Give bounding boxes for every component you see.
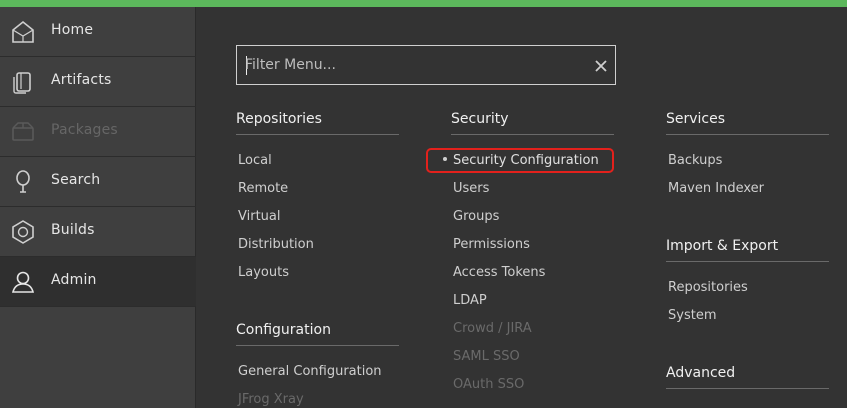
top-accent-bar [0, 0, 847, 7]
sidebar-item-artifacts[interactable]: Artifacts [0, 57, 196, 107]
advanced-divider [666, 388, 829, 389]
search-icon [16, 170, 30, 193]
services-divider [666, 134, 829, 135]
menu-link-virtual[interactable]: Virtual [238, 209, 280, 224]
menu-link-system[interactable]: System [668, 308, 716, 323]
menu-link-maven-indexer[interactable]: Maven Indexer [668, 181, 764, 196]
sidebar-item-packages: Packages [0, 107, 196, 157]
builds-icon [12, 220, 34, 244]
close-icon[interactable] [592, 57, 610, 75]
import-export-divider [666, 261, 829, 262]
menu-link-permissions[interactable]: Permissions [453, 237, 530, 252]
filter-menu-box [236, 45, 616, 85]
admin-menu-panel: Repositories Local Remote Virtual Distri… [197, 7, 847, 408]
filter-menu-input[interactable] [245, 46, 575, 84]
menu-link-local[interactable]: Local [238, 153, 272, 168]
menu-link-remote[interactable]: Remote [238, 181, 288, 196]
menu-link-general-configuration[interactable]: General Configuration [238, 364, 382, 379]
security-divider [451, 134, 614, 135]
sidebar-item-label: Search [51, 172, 101, 188]
repositories-heading: Repositories [236, 111, 322, 127]
sidebar: Home Artifacts Packages Search Builds Ad… [0, 7, 196, 408]
advanced-heading: Advanced [666, 365, 736, 381]
home-icon [12, 20, 34, 43]
admin-icon [11, 271, 35, 293]
configuration-heading: Configuration [236, 322, 331, 338]
sidebar-item-label: Artifacts [51, 72, 112, 88]
menu-link-jfrog-xray: JFrog Xray [238, 392, 304, 407]
packages-icon [12, 122, 34, 141]
menu-link-oauth-sso: OAuth SSO [453, 377, 525, 392]
sidebar-item-label: Builds [51, 222, 95, 238]
sidebar-item-search[interactable]: Search [0, 157, 196, 207]
menu-link-layouts[interactable]: Layouts [238, 265, 289, 280]
security-heading: Security [451, 111, 509, 127]
menu-link-access-tokens[interactable]: Access Tokens [453, 265, 545, 280]
sidebar-item-label: Home [51, 22, 94, 38]
artifacts-icon [13, 72, 31, 94]
sidebar-item-label: Admin [51, 272, 97, 288]
menu-link-users[interactable]: Users [453, 181, 489, 196]
import-export-heading: Import & Export [666, 238, 779, 254]
menu-link-import-export-repositories[interactable]: Repositories [668, 280, 748, 295]
menu-link-security-configuration[interactable]: Security Configuration [453, 153, 599, 168]
bullet-icon [443, 157, 447, 161]
menu-link-ldap[interactable]: LDAP [453, 293, 487, 308]
configuration-divider [236, 345, 399, 346]
services-heading: Services [666, 111, 726, 127]
sidebar-item-home[interactable]: Home [0, 7, 196, 57]
sidebar-item-builds[interactable]: Builds [0, 207, 196, 257]
menu-link-backups[interactable]: Backups [668, 153, 722, 168]
menu-link-distribution[interactable]: Distribution [238, 237, 314, 252]
menu-link-crowd-jira: Crowd / JIRA [453, 321, 532, 336]
menu-link-groups[interactable]: Groups [453, 209, 499, 224]
sidebar-item-label: Packages [51, 122, 118, 138]
sidebar-item-admin[interactable]: Admin [0, 257, 196, 307]
menu-link-saml-sso: SAML SSO [453, 349, 520, 364]
repositories-divider [236, 134, 399, 135]
